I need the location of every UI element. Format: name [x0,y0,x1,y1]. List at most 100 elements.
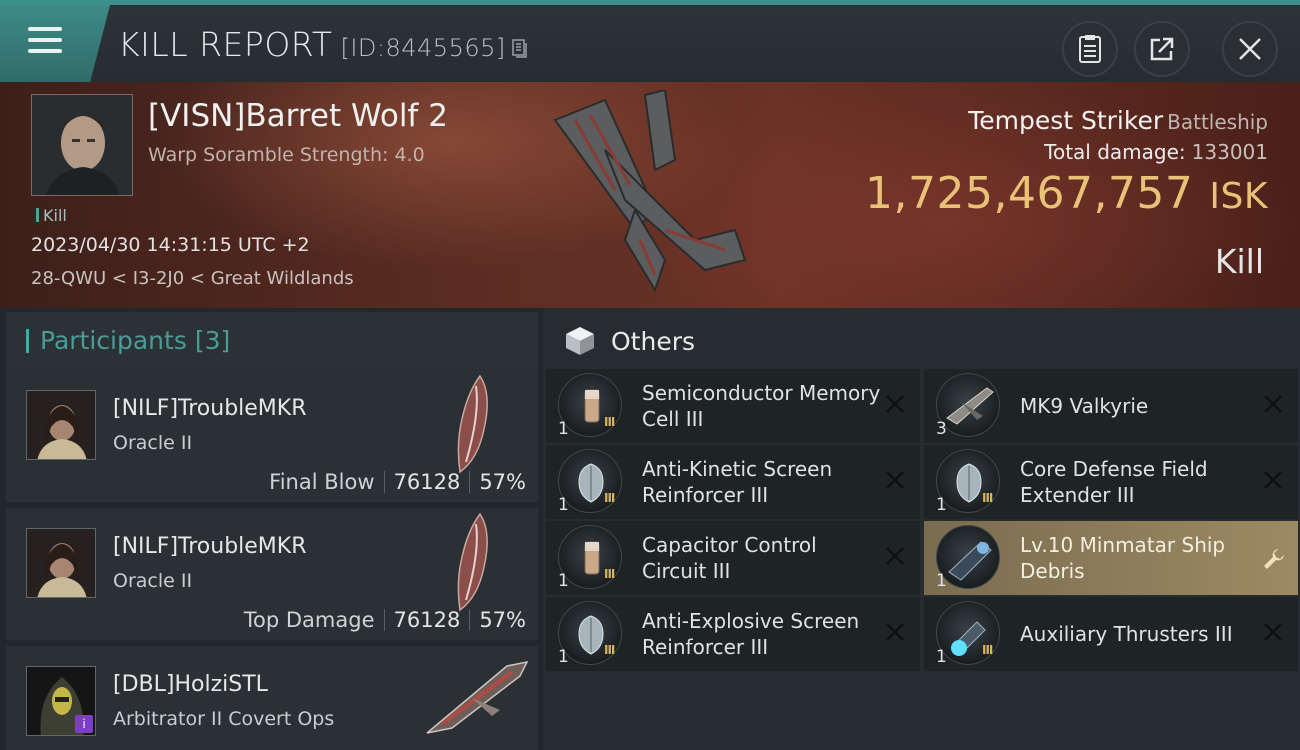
participant-stats: Top Damage 76128 57% [244,608,526,632]
participant-row[interactable]: [NILF]TroubleMKR Oracle II Top Damage 761… [6,508,538,640]
item-tier: III [604,567,615,581]
item-row[interactable]: 1 III Anti-Kinetic Screen Reinforcer III [546,445,920,519]
menu-icon [28,27,62,31]
item-name: Capacitor Control Circuit III [642,533,817,583]
kill-timestamp: 2023/04/30 14:31:15 UTC +2 [31,234,310,256]
divider [469,609,471,631]
ship-name: Tempest Striker [968,106,1164,135]
item-tier: III [604,643,615,657]
participants-header: Participants [3] [6,312,538,370]
participant-name: [NILF]TroubleMKR [113,396,307,421]
item-tier: III [604,491,615,505]
avatar [26,528,96,598]
victim-ship-image [553,90,747,293]
item-row-highlighted[interactable]: 1 Lv.10 Minmatar Ship Debris [924,521,1298,595]
top-bar: KILL REPORT [ID:8445565] [0,0,1300,82]
ship-class: Battleship [1167,110,1268,134]
close-button[interactable] [1222,21,1278,77]
item-row[interactable]: 1 III Capacitor Control Circuit III [546,521,920,595]
destroyed-x-icon [886,623,904,641]
isk-unit: ISK [1209,176,1268,217]
participant-ship: Oracle II [113,432,193,454]
others-title: Others [611,327,696,356]
item-quantity: 1 [936,571,947,591]
item-name: Semiconductor Memory Cell III [642,381,881,431]
item-quantity: 3 [936,419,947,439]
destroyed-x-icon [1264,395,1282,413]
avatar: i [26,666,96,736]
menu-icon-bar [28,49,62,53]
destroyed-x-icon [1264,623,1282,641]
victim-panel: [VISN]Barret Wolf 2 Warp Soramble Streng… [0,82,1300,308]
close-icon [1239,38,1261,60]
clipboard-icon [1079,35,1101,63]
destroyed-x-icon [886,395,904,413]
participant-ship: Arbitrator II Covert Ops [113,708,335,730]
damage-value: 76128 [393,470,461,494]
damage-value: 76128 [393,608,461,632]
divider [383,609,385,631]
stat-label: Final Blow [269,470,375,494]
share-icon [1150,37,1174,61]
kill-tag: Kill [36,206,67,225]
oracle-ship-icon [457,374,488,474]
participant-stats: Final Blow 76128 57% [269,470,526,494]
menu-button[interactable] [0,5,110,82]
participant-name: [DBL]HolziSTL [113,672,268,697]
participant-name: [NILF]TroubleMKR [113,534,307,559]
item-row[interactable]: 1 III Semiconductor Memory Cell III [546,369,920,443]
item-quantity: 1 [558,419,569,439]
arbitrator-ship-icon [426,660,529,734]
item-name: MK9 Valkyrie [1020,394,1149,418]
total-damage: Total damage: 133001 [1044,140,1268,164]
item-row[interactable]: 1 III Core Defense Field Extender III [924,445,1298,519]
item-quantity: 1 [558,647,569,667]
item-row[interactable]: 1 III Anti-Explosive Screen Reinforcer I… [546,597,920,671]
item-name: Anti-Explosive Screen Reinforcer III [642,609,860,659]
destroyed-x-icon [1264,471,1282,489]
victim-avatar-image [32,95,132,195]
item-quantity: 1 [558,571,569,591]
avatar [26,390,96,460]
item-quantity: 1 [558,495,569,515]
divider [383,471,385,493]
participant-row[interactable]: [NILF]TroubleMKR Oracle II Final Blow 761… [6,370,538,502]
isk-value: 1,725,467,757 ISK [865,168,1268,219]
item-row[interactable]: 3 MK9 Valkyrie [924,369,1298,443]
damage-percent: 57% [479,608,526,632]
item-name: Anti-Kinetic Screen Reinforcer III [642,457,833,507]
participants-label: Participants [40,326,187,355]
wrench-icon[interactable] [1262,547,1286,571]
cube-icon [566,327,594,355]
kill-location: 28-QWU < I3-2J0 < Great Wildlands [31,268,354,289]
title-text: KILL REPORT [118,25,333,64]
share-button[interactable] [1134,21,1190,77]
total-damage-label: Total damage: [1044,140,1186,164]
victim-ship: Tempest Striker Battleship [968,106,1268,135]
report-id: [ID:8445565] [340,34,506,62]
item-name: Lv.10 Minmatar Ship Debris [1020,533,1226,583]
warp-scramble-strength: Warp Soramble Strength: 4.0 [148,144,425,166]
victim-portrait[interactable] [31,94,133,196]
stat-label: Top Damage [243,608,375,632]
total-damage-value: 133001 [1191,140,1268,164]
participants-count: [3] [194,326,231,355]
isk-amount: 1,725,467,757 [865,168,1194,219]
clipboard-button[interactable] [1062,21,1118,77]
item-tier: III [982,491,993,505]
item-row[interactable]: 1 III Auxiliary Thrusters III [924,597,1298,671]
menu-icon-bar [28,38,62,42]
copy-icon[interactable] [512,38,528,58]
rank-badge-icon: i [75,715,93,733]
participants-panel: Participants [3] [NILF]TroubleMKR Oracle… [0,308,543,750]
destroyed-x-icon [886,471,904,489]
item-quantity: 1 [936,495,947,515]
item-quantity: 1 [936,647,947,667]
others-header: Others [563,324,695,358]
participant-row[interactable]: i [DBL]HolziSTL Arbitrator II Covert Ops [6,646,538,750]
damage-percent: 57% [479,470,526,494]
page-title: KILL REPORT [ID:8445565] [118,25,528,64]
divider [469,471,471,493]
oracle-ship-icon [457,512,488,612]
item-name: Core Defense Field Extender III [1020,457,1208,507]
